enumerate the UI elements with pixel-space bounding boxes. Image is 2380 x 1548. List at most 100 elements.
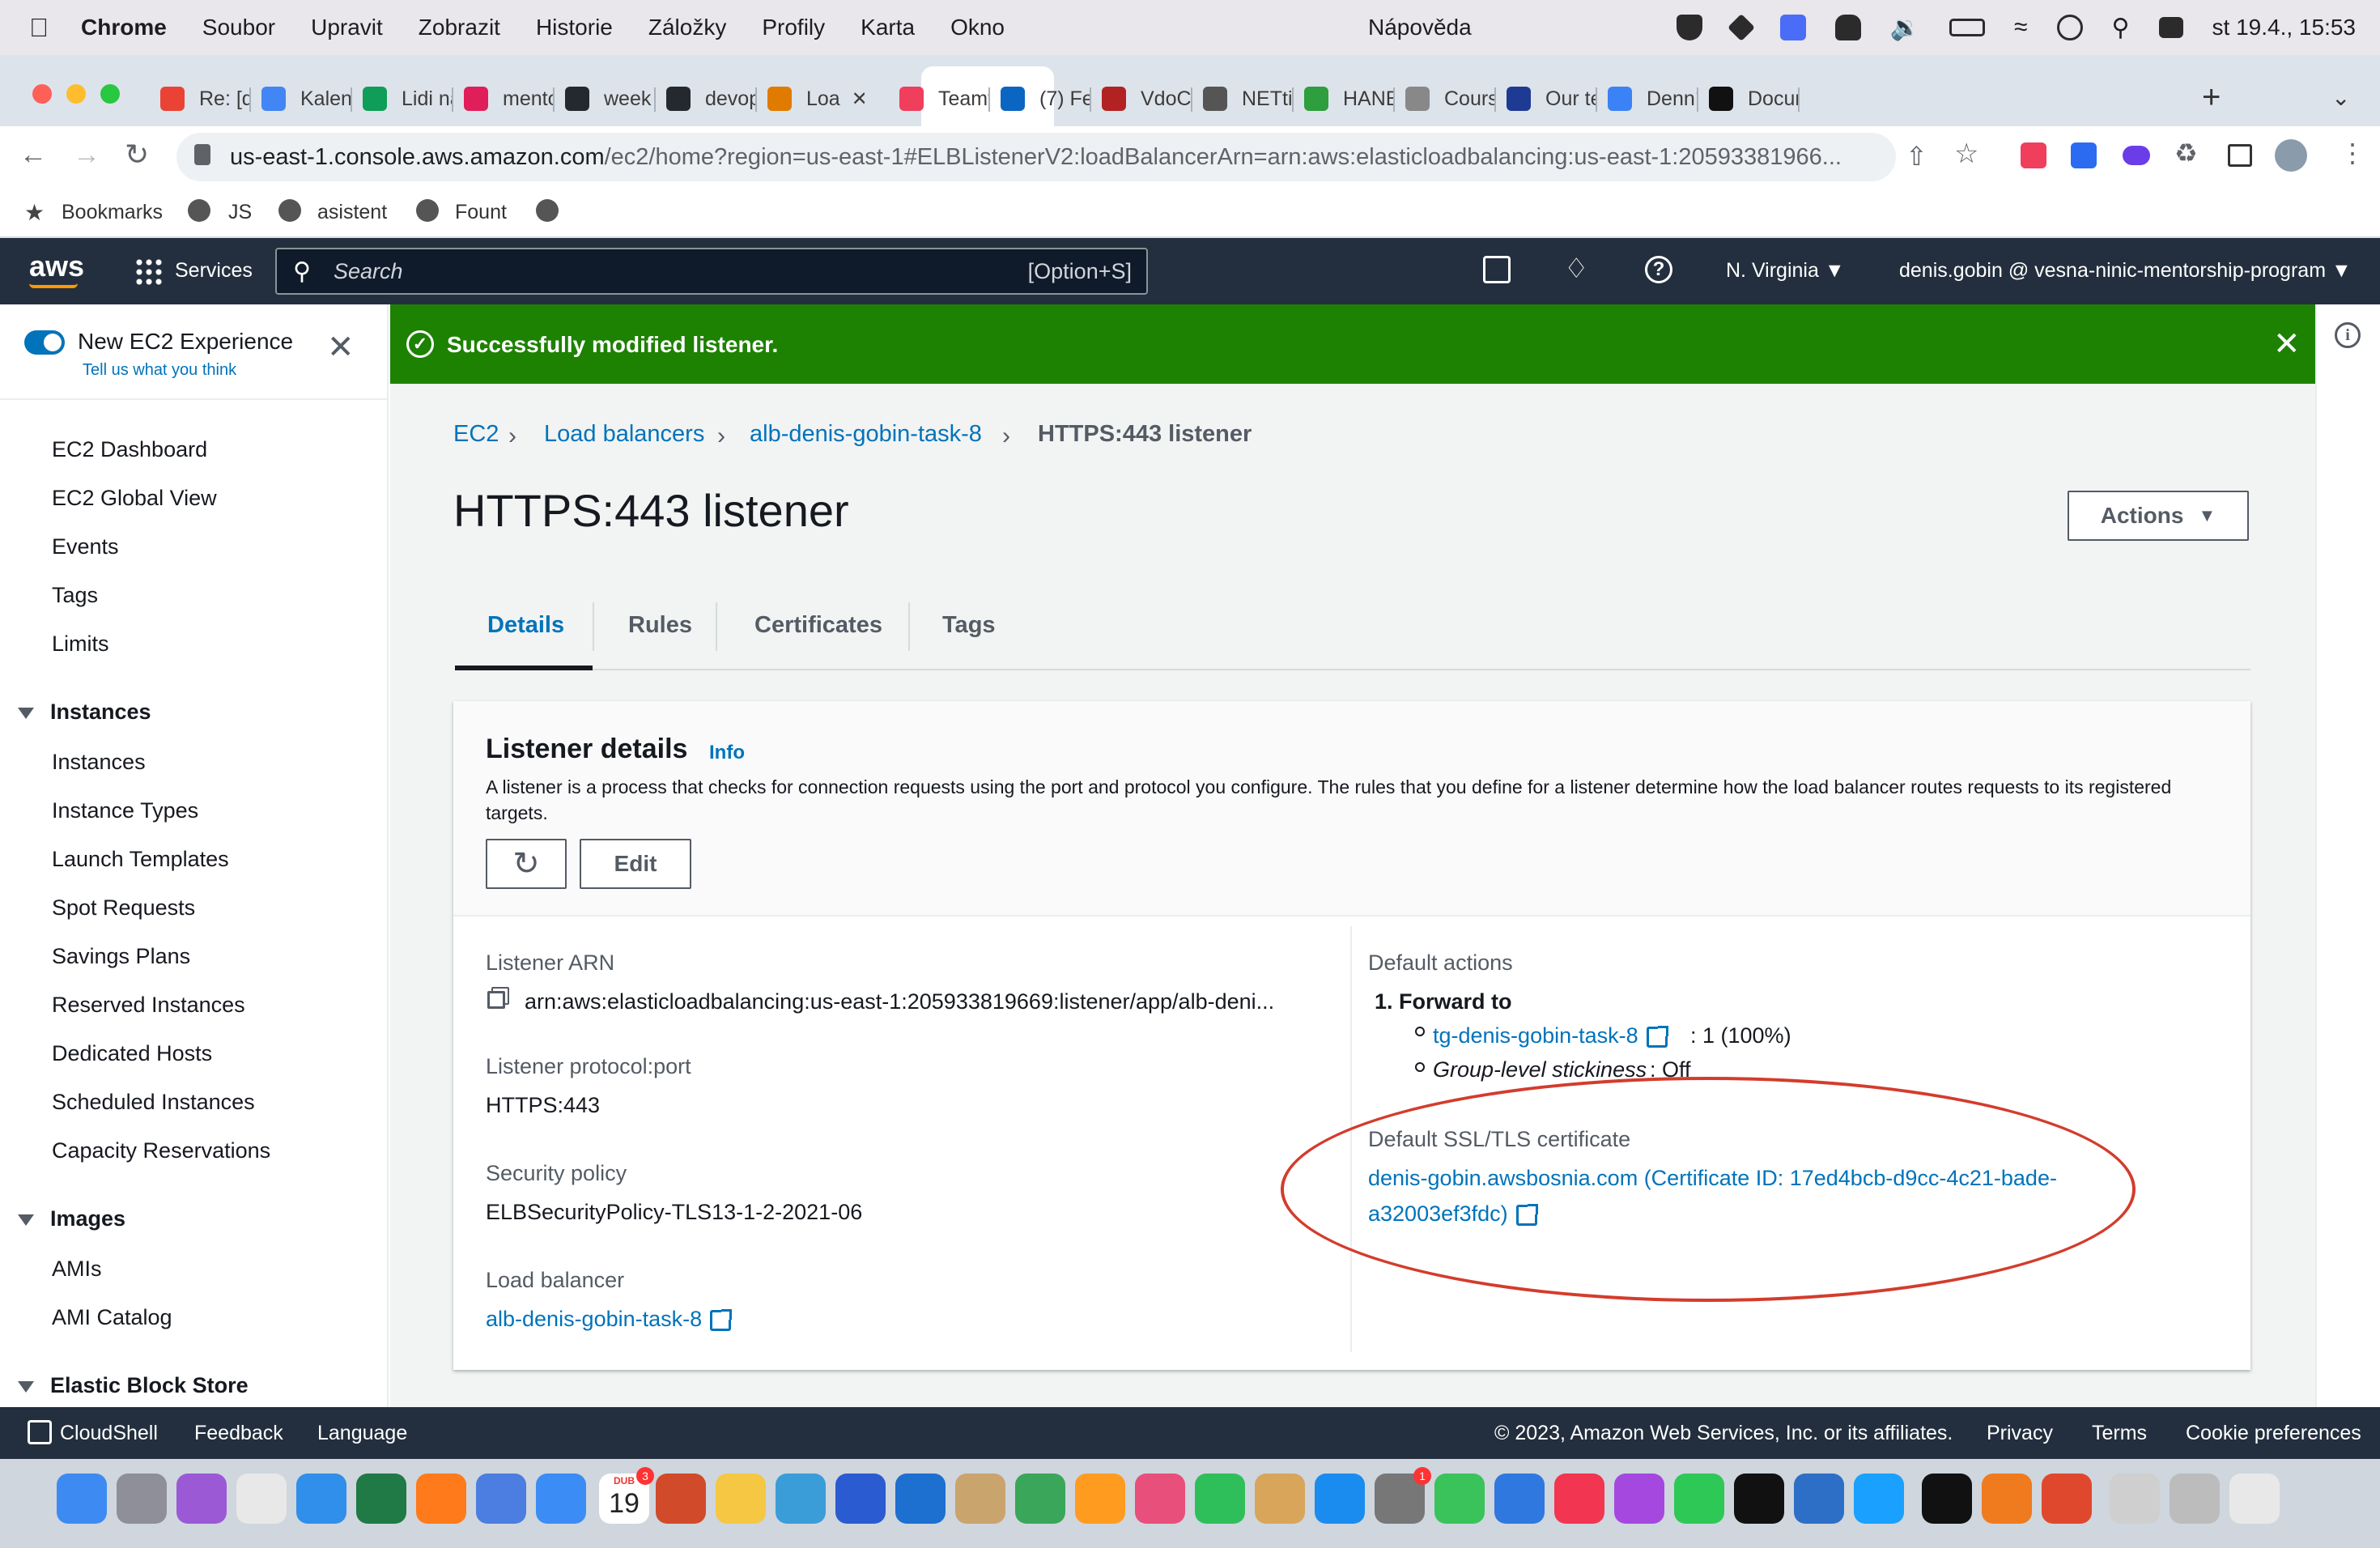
back-arrow-icon[interactable]: ← [19, 139, 47, 171]
target-group-link[interactable]: tg-denis-gobin-task-8 [1433, 1023, 1668, 1048]
profile-avatar[interactable] [2275, 139, 2307, 172]
sidebar-section-images[interactable]: Images [18, 1206, 125, 1231]
dropbox-icon[interactable] [1727, 14, 1755, 41]
tab-certificates[interactable]: Certificates [754, 612, 882, 639]
browser-tab[interactable]: devops [666, 78, 757, 120]
footer-language[interactable]: Language [317, 1422, 407, 1445]
dock-app-icon[interactable] [416, 1474, 466, 1524]
ghost-app-icon[interactable] [1834, 15, 1861, 40]
sidebar-section-ebs[interactable]: Elastic Block Store [18, 1373, 249, 1398]
bookmark-star-icon[interactable]: ☆ [1954, 138, 1978, 170]
dock-app-icon[interactable] [1075, 1474, 1125, 1524]
browser-tab[interactable]: Re: [de [160, 78, 251, 120]
globe-icon[interactable] [536, 199, 559, 222]
menu-historie[interactable]: Historie [536, 15, 613, 40]
edit-button[interactable]: Edit [580, 839, 691, 889]
tab-search-chevron-icon[interactable]: ⌄ [2331, 84, 2350, 111]
dock-app-icon[interactable] [1195, 1474, 1245, 1524]
footer-cloudshell[interactable]: CloudShell [60, 1422, 158, 1445]
tab-tags[interactable]: Tags [942, 612, 996, 639]
dock-app-icon[interactable] [356, 1474, 406, 1524]
menu-profily[interactable]: Profily [762, 15, 825, 40]
address-bar[interactable]: us-east-1.console.aws.amazon.com/ec2/hom… [176, 133, 1896, 181]
sidebar-item[interactable]: Reserved Instances [52, 993, 245, 1018]
sidebar-item[interactable]: EC2 Global View [52, 486, 217, 511]
dock-app-icon[interactable] [1614, 1474, 1664, 1524]
copy-icon[interactable] [487, 991, 505, 1009]
close-sidebar-icon[interactable]: ✕ [327, 331, 355, 364]
sidebar-item[interactable]: AMI Catalog [52, 1305, 172, 1330]
sidebar-item[interactable]: Events [52, 534, 119, 559]
sidebar-item[interactable]: Launch Templates [52, 847, 229, 872]
window-minimize-icon[interactable] [66, 84, 86, 104]
dock-app-icon[interactable] [1982, 1474, 2032, 1524]
bookmark-asistent[interactable]: asistent [317, 201, 387, 224]
sidebar-item[interactable]: Capacity Reservations [52, 1138, 270, 1163]
footer-cookie-preferences[interactable]: Cookie preferences [2186, 1422, 2361, 1445]
control-center-icon[interactable] [2158, 17, 2183, 38]
volume-icon[interactable]: 🔉 [1890, 14, 1920, 42]
dock-app-icon[interactable] [176, 1474, 227, 1524]
sidebar-item[interactable]: Scheduled Instances [52, 1090, 255, 1115]
spotlight-search-icon[interactable]: ⚲ [2112, 14, 2130, 42]
lock-icon[interactable] [194, 144, 210, 165]
footer-terms[interactable]: Terms [2092, 1422, 2147, 1445]
services-grid-icon[interactable] [134, 257, 162, 285]
apple-menu-icon[interactable]:  [29, 13, 49, 43]
extensions-puzzle-icon[interactable]: ♻ [2174, 138, 2198, 168]
menu-zobrazit[interactable]: Zobrazit [419, 15, 500, 40]
menu-okno[interactable]: Okno [950, 15, 1005, 40]
experience-feedback-link[interactable]: Tell us what you think [83, 361, 236, 380]
new-tab-icon[interactable]: + [2202, 79, 2221, 116]
dock-app-icon[interactable] [1794, 1474, 1844, 1524]
browser-tab[interactable]: Our te [1507, 78, 1597, 120]
region-selector[interactable]: N. Virginia ▼ [1726, 259, 1845, 283]
notifications-bell-icon[interactable]: ♢ [1564, 253, 1588, 285]
dock-app-icon[interactable] [895, 1474, 946, 1524]
vpn-shield-icon[interactable] [1676, 15, 1702, 40]
forward-arrow-icon[interactable]: → [73, 139, 100, 171]
dismiss-flash-icon[interactable]: ✕ [2273, 325, 2301, 363]
teamtailor-extension-icon[interactable] [2021, 142, 2046, 168]
dock-app-icon[interactable] [1015, 1474, 1065, 1524]
dock-app-icon[interactable] [1554, 1474, 1604, 1524]
browser-tab[interactable]: VdoCip [1102, 78, 1192, 120]
info-panel-icon[interactable]: i [2335, 322, 2361, 348]
dock-app-icon[interactable] [1434, 1474, 1485, 1524]
dock-app-icon[interactable] [117, 1474, 167, 1524]
dock-app-icon[interactable] [1854, 1474, 1904, 1524]
dock-app-icon[interactable] [296, 1474, 346, 1524]
refresh-button[interactable]: ↻ [486, 839, 567, 889]
sidebar-section-instances[interactable]: Instances [18, 700, 151, 725]
browser-tab[interactable]: mentor [464, 78, 555, 120]
help-icon[interactable]: ? [1645, 256, 1672, 283]
bookmark-fount[interactable]: Fount [455, 201, 507, 224]
chrome-menu-icon[interactable]: ⋮ [2340, 138, 2365, 168]
browser-tab[interactable]: Docum [1709, 78, 1800, 120]
account-menu[interactable]: denis.gobin @ vesna-ninic-mentorship-pro… [1899, 259, 2352, 283]
browser-tab[interactable]: Lidi na [363, 78, 453, 120]
sidebar-item[interactable]: Dedicated Hosts [52, 1041, 212, 1066]
browser-tab[interactable]: HANES [1304, 78, 1395, 120]
sidebar-item[interactable]: Instance Types [52, 798, 198, 823]
reload-icon[interactable]: ↻ [125, 138, 149, 172]
aws-search-input[interactable]: ⚲ Search [Option+S] [275, 248, 1148, 295]
tab-details[interactable]: Details [487, 612, 564, 639]
dock-app-icon[interactable] [236, 1474, 287, 1524]
battery-icon[interactable] [1949, 19, 1986, 36]
breadcrumb-ec2[interactable]: EC2 [453, 421, 499, 448]
browser-tab[interactable]: Teamta [899, 78, 990, 120]
sidebar-item[interactable]: Limits [52, 632, 109, 657]
dock-app-icon[interactable] [2229, 1474, 2280, 1524]
close-tab-icon[interactable]: ✕ [852, 87, 865, 111]
actions-dropdown-button[interactable]: Actions ▼ [2068, 491, 2249, 541]
browser-tab[interactable]: Course [1405, 78, 1496, 120]
dock-app-icon[interactable] [2170, 1474, 2220, 1524]
dock-app-icon[interactable] [536, 1474, 586, 1524]
browser-tab[interactable]: week 9 [565, 78, 656, 120]
browser-tab[interactable]: NETtip [1203, 78, 1294, 120]
sidebar-item[interactable]: EC2 Dashboard [52, 437, 207, 462]
dock-app-icon[interactable] [1734, 1474, 1784, 1524]
sidebar-item[interactable]: Spot Requests [52, 895, 195, 921]
cloudshell-icon[interactable] [1483, 256, 1511, 283]
